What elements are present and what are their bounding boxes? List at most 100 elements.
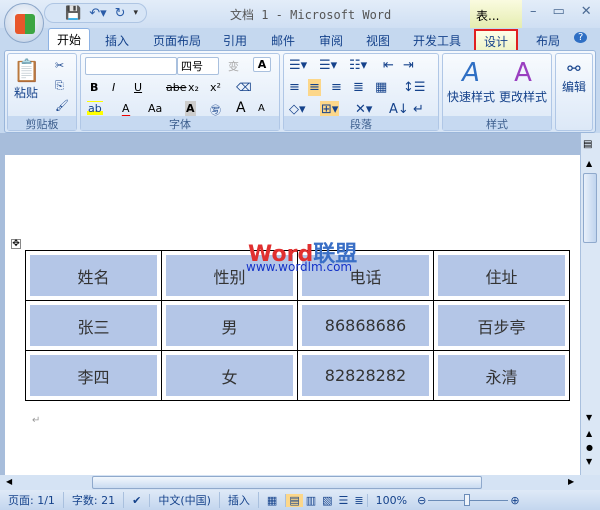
browse-object-icon[interactable]: ●: [586, 443, 593, 452]
tab-mailings[interactable]: 邮件: [263, 30, 303, 51]
scroll-up-icon[interactable]: ▲: [586, 159, 592, 168]
numbering-icon[interactable]: ☰▾: [318, 57, 338, 74]
office-button[interactable]: [4, 3, 44, 43]
table-tools-context-label: 表...: [470, 0, 522, 28]
multilevel-list-icon[interactable]: ☷▾: [348, 57, 368, 74]
word-count[interactable]: 字数: 21: [64, 492, 125, 508]
save-icon[interactable]: 💾: [65, 6, 81, 21]
insert-mode[interactable]: 插入: [220, 492, 259, 508]
format-painter-icon[interactable]: 🖌: [54, 98, 70, 113]
next-page-icon[interactable]: ▼: [586, 457, 592, 466]
italic-button[interactable]: I: [111, 80, 116, 95]
tab-references[interactable]: 引用: [215, 30, 255, 51]
table-cell[interactable]: 姓名: [25, 250, 162, 301]
strikethrough-button[interactable]: abe: [165, 80, 188, 95]
paragraph-label: 段落: [284, 116, 438, 131]
view-outline-icon[interactable]: ☰: [336, 494, 352, 507]
styles-label: 样式: [443, 116, 551, 131]
tab-layout[interactable]: 布局: [528, 30, 568, 51]
editing-group[interactable]: ⚯ 编辑: [555, 53, 593, 131]
minimize-icon[interactable]: –: [530, 4, 537, 19]
table-cell[interactable]: 82828282: [297, 350, 434, 401]
change-styles-button[interactable]: A 更改样式: [497, 57, 549, 106]
proofing-icon[interactable]: ✔: [124, 493, 151, 507]
table-cell[interactable]: 86868686: [297, 300, 434, 351]
maximize-icon[interactable]: ▭: [553, 4, 565, 19]
view-web-icon[interactable]: ▧: [319, 494, 335, 507]
clipboard-label: 剪贴板: [8, 116, 76, 131]
scroll-down-icon[interactable]: ▼: [586, 413, 592, 422]
underline-button[interactable]: U: [133, 80, 143, 95]
editing-button[interactable]: ⚯ 编辑: [560, 58, 588, 96]
align-left-icon[interactable]: ≡: [288, 79, 301, 96]
zoom-slider[interactable]: [428, 493, 509, 506]
zoom-in-icon[interactable]: ⊕: [508, 494, 521, 507]
view-draft-icon[interactable]: ≣: [351, 493, 368, 507]
char-shading-icon[interactable]: A: [185, 101, 196, 116]
table-cell[interactable]: 男: [161, 300, 298, 351]
line-spacing-icon[interactable]: ↕☰: [402, 79, 427, 96]
previous-page-icon[interactable]: ▲: [586, 429, 592, 438]
table-cell[interactable]: 永清: [433, 350, 570, 401]
phonetic-guide-icon[interactable]: 变: [227, 57, 240, 75]
table-cell[interactable]: 百步亭: [433, 300, 570, 351]
decrease-indent-icon[interactable]: ⇤: [382, 57, 395, 74]
close-icon[interactable]: ✕: [581, 4, 592, 19]
font-size-select[interactable]: 四号: [177, 57, 219, 75]
vertical-scrollbar[interactable]: ▤ ▲ ▼ ▲ ● ▼: [580, 133, 600, 475]
table-move-handle-icon[interactable]: ✥: [11, 239, 21, 249]
highlight-icon[interactable]: ab: [87, 101, 103, 116]
font-name-select[interactable]: [85, 57, 177, 75]
zoom-out-icon[interactable]: ⊖: [415, 494, 428, 507]
grow-font-button[interactable]: A: [235, 99, 247, 117]
clear-formatting-icon[interactable]: ⌫: [235, 80, 253, 95]
horizontal-scroll-thumb[interactable]: [92, 476, 482, 489]
undo-icon[interactable]: ↶▾: [89, 6, 106, 21]
vertical-scroll-thumb[interactable]: [583, 173, 597, 243]
copy-icon[interactable]: ⎘: [54, 78, 65, 94]
tab-developer[interactable]: 开发工具: [405, 30, 469, 51]
ribbon: 📋 粘贴 ✂ ⎘ 🖌 剪贴板 四号 变 A B I U abe x₂ x² ⌫ a…: [4, 50, 596, 133]
subscript-button[interactable]: x₂: [187, 80, 200, 95]
table-row: 李四 女 82828282 永清: [25, 350, 570, 401]
zoom-level[interactable]: 100%: [368, 494, 415, 507]
change-case-button[interactable]: Aa: [147, 101, 163, 116]
superscript-button[interactable]: x²: [209, 80, 222, 95]
scroll-left-icon[interactable]: ◀: [6, 477, 12, 486]
align-center-icon[interactable]: ≡: [308, 79, 321, 96]
horizontal-scrollbar[interactable]: ◀ ▶: [0, 475, 600, 490]
table-cell[interactable]: 张三: [25, 300, 162, 351]
view-print-layout-icon[interactable]: ▤: [286, 493, 303, 507]
paste-icon: 📋: [13, 59, 41, 84]
quick-styles-button[interactable]: A 快速样式: [445, 57, 497, 106]
scroll-right-icon[interactable]: ▶: [568, 477, 574, 486]
tab-review[interactable]: 审阅: [311, 30, 351, 51]
table-cell[interactable]: 住址: [433, 250, 570, 301]
language[interactable]: 中文(中国): [150, 492, 220, 508]
window-title: 文档 1 - Microsoft Word: [230, 8, 392, 22]
help-icon[interactable]: ?: [574, 32, 588, 43]
bullets-icon[interactable]: ☰▾: [288, 57, 308, 74]
redo-icon[interactable]: ↻: [115, 6, 126, 21]
increase-indent-icon[interactable]: ⇥: [402, 57, 415, 74]
paste-button[interactable]: 📋 粘贴: [12, 58, 40, 118]
shrink-font-button[interactable]: A: [257, 102, 266, 115]
tab-view[interactable]: 视图: [358, 30, 398, 51]
cut-icon[interactable]: ✂: [54, 58, 65, 73]
quick-access-toolbar: 💾 ↶▾ ↻ ▾: [44, 3, 148, 23]
align-right-icon[interactable]: ≡: [330, 79, 343, 96]
char-border-icon[interactable]: A: [253, 57, 271, 72]
table-cell[interactable]: 女: [161, 350, 298, 401]
table-cell[interactable]: 李四: [25, 350, 162, 401]
tab-insert[interactable]: 插入: [97, 30, 137, 51]
view-reading-icon[interactable]: ▥: [303, 494, 319, 507]
tab-page-layout[interactable]: 页面布局: [145, 30, 209, 51]
customize-qat-icon[interactable]: ▾: [134, 8, 139, 18]
tab-home[interactable]: 开始: [48, 28, 91, 50]
justify-icon[interactable]: ≣: [352, 79, 365, 96]
bold-button[interactable]: B: [89, 80, 99, 95]
ruler-toggle-icon[interactable]: ▤: [583, 139, 592, 150]
distribute-icon[interactable]: ▦: [374, 79, 388, 96]
page-count[interactable]: 页面: 1/1: [0, 492, 64, 508]
macro-record-icon[interactable]: ▦: [259, 493, 287, 507]
